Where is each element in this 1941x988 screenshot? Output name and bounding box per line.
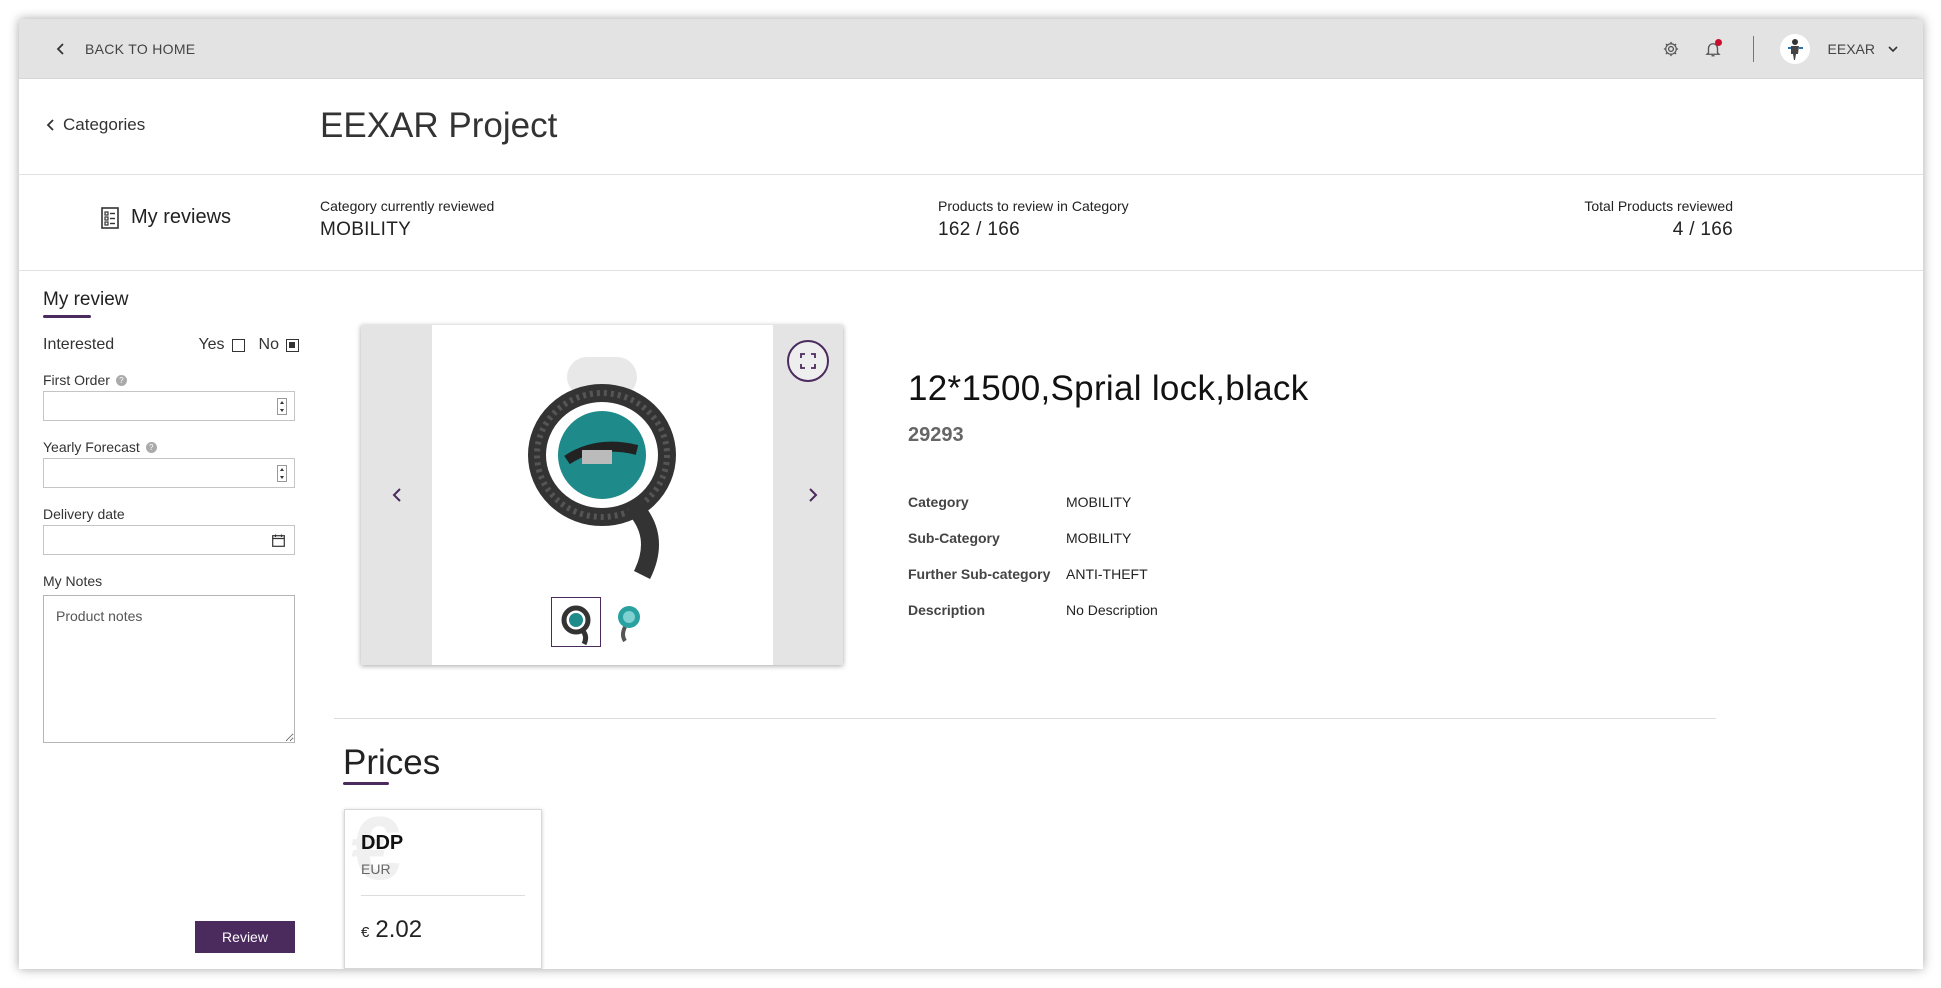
stat-current-category: Category currently reviewed MOBILITY: [320, 198, 494, 241]
fullscreen-button[interactable]: [787, 340, 829, 382]
first-order-label-text: First Order: [43, 372, 110, 388]
detail-row: Sub-Category MOBILITY: [908, 520, 1158, 556]
stat-total-reviewed: Total Products reviewed 4 / 166: [1584, 198, 1733, 241]
checklist-icon: [101, 206, 119, 229]
delivery-date-label: Delivery date: [43, 506, 299, 522]
yearly-forecast-label: Yearly Forecast ?: [43, 439, 299, 455]
detail-key: Further Sub-category: [908, 566, 1051, 582]
product-image-carousel: [361, 325, 843, 665]
carousel-prev-button[interactable]: [385, 483, 409, 507]
notification-badge: [1714, 39, 1722, 46]
yearly-forecast-label-text: Yearly Forecast: [43, 439, 140, 455]
detail-value: ANTI-THEFT: [1066, 566, 1148, 582]
expand-icon: [800, 353, 816, 369]
app-window: BACK TO HOME EEXAR Categories EEXAR Proj…: [19, 19, 1923, 969]
yes-checkbox[interactable]: [231, 338, 245, 352]
title-underline: [343, 782, 389, 785]
page-header: Categories EEXAR Project: [19, 79, 1923, 175]
no-label: No: [258, 336, 279, 353]
user-name[interactable]: EEXAR: [1828, 41, 1875, 57]
bell-icon[interactable]: [1699, 35, 1727, 63]
chevron-down-icon[interactable]: [1883, 39, 1903, 59]
detail-row: Description No Description: [908, 592, 1158, 628]
divider: [1752, 36, 1754, 62]
back-to-home-label: BACK TO HOME: [85, 41, 196, 57]
gear-icon[interactable]: [1657, 35, 1685, 63]
product-details: Category MOBILITY Sub-Category MOBILITY …: [908, 484, 1158, 628]
stat-label: Products to review in Category: [938, 198, 1129, 214]
first-order-label: First Order ?: [43, 372, 299, 388]
help-icon[interactable]: ?: [115, 374, 127, 386]
yearly-forecast-input[interactable]: [43, 458, 295, 488]
product-code: 29293: [908, 424, 964, 446]
stat-label: Category currently reviewed: [320, 198, 495, 214]
detail-value: MOBILITY: [1066, 494, 1132, 510]
interested-row: Interested Yes No: [43, 336, 299, 354]
stat-label: Total Products reviewed: [1584, 198, 1733, 214]
thumbnail-1[interactable]: [551, 597, 601, 647]
detail-row: Further Sub-category ANTI-THEFT: [908, 556, 1158, 592]
categories-back-button[interactable]: Categories: [45, 115, 145, 135]
stat-value: 162 / 166: [938, 219, 1020, 240]
my-reviews-link[interactable]: My reviews: [101, 206, 231, 229]
no-checkbox[interactable]: [286, 338, 299, 352]
number-stepper[interactable]: [277, 465, 287, 482]
currency-symbol: €: [361, 924, 370, 941]
review-form: My review Interested Yes No First Order …: [43, 289, 299, 748]
interested-yes-option[interactable]: Yes: [198, 336, 245, 354]
chevron-left-icon: [392, 488, 401, 502]
stat-products-to-review: Products to review in Category 162 / 166: [938, 198, 1129, 241]
price-card-amount: € 2.02: [361, 916, 422, 944]
number-stepper[interactable]: [277, 398, 287, 415]
my-reviews-label: My reviews: [131, 206, 232, 228]
price-value: 2.02: [375, 916, 423, 943]
interested-label: Interested: [43, 336, 115, 353]
delivery-date-label-text: Delivery date: [43, 506, 125, 522]
review-stats: My reviews Category currently reviewed M…: [19, 176, 1923, 271]
detail-value: No Description: [1066, 602, 1158, 618]
carousel-next-button[interactable]: [801, 483, 825, 507]
first-order-input[interactable]: [43, 391, 295, 421]
euro-watermark-icon: €: [351, 809, 402, 899]
avatar[interactable]: [1779, 34, 1810, 64]
chevron-right-icon: [809, 488, 818, 502]
categories-label: Categories: [63, 115, 146, 134]
carousel-image-area: [432, 325, 773, 665]
interested-no-option[interactable]: No: [259, 336, 299, 354]
price-card: € DDP EUR € 2.02: [344, 809, 542, 969]
stat-value: MOBILITY: [320, 219, 412, 240]
stat-value: 4 / 166: [1672, 219, 1733, 240]
back-to-home-button[interactable]: BACK TO HOME: [49, 37, 195, 61]
notes-textarea[interactable]: [43, 595, 295, 743]
help-icon[interactable]: ?: [145, 441, 157, 453]
calendar-icon[interactable]: [272, 534, 285, 547]
yes-label: Yes: [198, 336, 225, 353]
detail-value: MOBILITY: [1066, 530, 1132, 546]
section-divider: [334, 718, 1716, 719]
page-title: EEXAR Project: [320, 106, 558, 145]
delivery-date-input[interactable]: [43, 525, 295, 555]
notes-label: My Notes: [43, 573, 299, 589]
chevron-left-icon: [46, 119, 54, 131]
review-button[interactable]: Review: [195, 921, 295, 953]
price-card-currency: EUR: [361, 861, 391, 877]
price-card-divider: [361, 895, 525, 896]
top-bar: BACK TO HOME EEXAR: [19, 19, 1923, 79]
detail-key: Description: [908, 602, 986, 618]
detail-key: Category: [908, 494, 969, 510]
notes-label-text: My Notes: [43, 573, 103, 589]
title-underline: [43, 315, 91, 318]
detail-row: Category MOBILITY: [908, 484, 1158, 520]
product-image[interactable]: [512, 355, 692, 585]
top-bar-actions: EEXAR: [1657, 19, 1923, 79]
chevron-left-icon: [49, 37, 73, 61]
price-card-title: DDP: [361, 832, 404, 854]
review-form-title: My review: [43, 289, 129, 310]
prices-title: Prices: [343, 743, 441, 782]
detail-key: Sub-Category: [908, 530, 1000, 546]
thumbnail-2[interactable]: [605, 597, 655, 647]
product-name: 12*1500,Sprial lock,black: [908, 369, 1309, 408]
